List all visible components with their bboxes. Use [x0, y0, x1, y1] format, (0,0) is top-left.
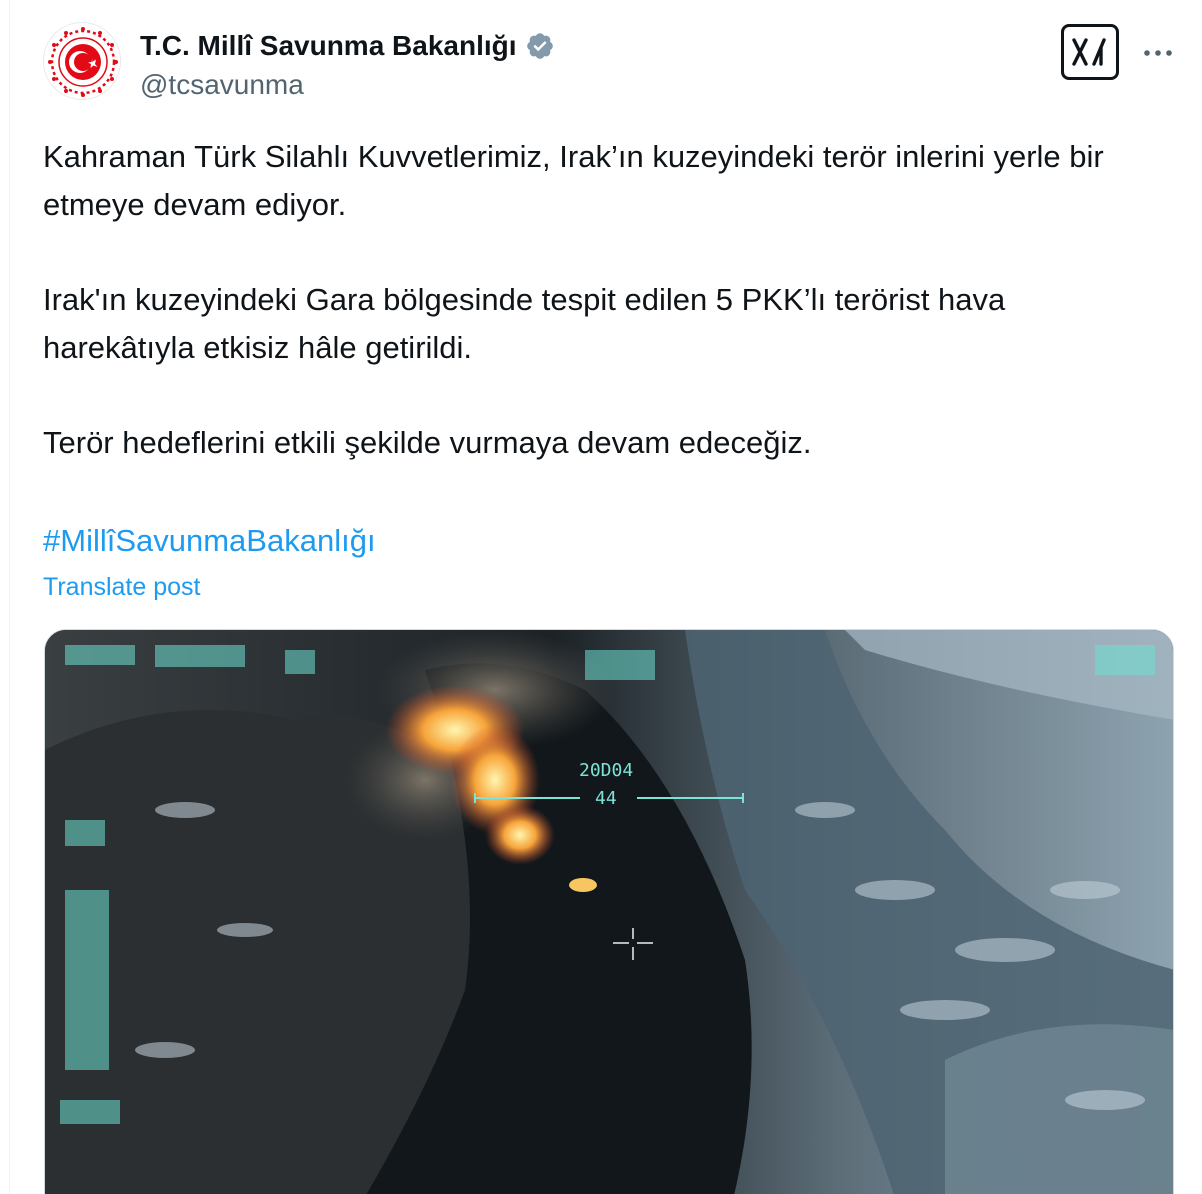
- hashtag-link[interactable]: #MillîSavunmaBakanlığı: [43, 517, 376, 565]
- timeline-border: [9, 0, 10, 1194]
- ministry-emblem-icon: [48, 27, 118, 97]
- post-media-video[interactable]: 20D04 44: [44, 629, 1174, 1194]
- post-text: Kahraman Türk Silahlı Kuvvetlerimiz, Ira…: [43, 133, 1153, 467]
- x-grok-button[interactable]: [1061, 24, 1119, 80]
- x-grok-icon: [1072, 38, 1106, 66]
- author-handle[interactable]: @tcsavunma: [140, 68, 304, 102]
- hud-code-label: 20D04: [579, 760, 633, 781]
- post-paragraph: Irak'ın kuzeyindeki Gara bölgesinde tesp…: [43, 282, 1006, 365]
- verified-badge-icon: [526, 33, 553, 59]
- more-options-icon: [1144, 50, 1172, 56]
- hud-value-label: 44: [595, 788, 617, 809]
- post-header: T.C. Millî Savunma Bakanlığı @tcsavunma: [43, 22, 1178, 108]
- avatar[interactable]: [43, 22, 121, 100]
- more-options-button[interactable]: [1141, 36, 1175, 70]
- author-name-row[interactable]: T.C. Millî Savunma Bakanlığı: [140, 28, 555, 64]
- drone-footage-still: 20D04 44: [45, 630, 1173, 1194]
- post-paragraph: Terör hedeflerini etkili şekilde vurmaya…: [43, 425, 812, 460]
- translate-post-link[interactable]: Translate post: [43, 570, 200, 604]
- post-paragraph: Kahraman Türk Silahlı Kuvvetlerimiz, Ira…: [43, 139, 1104, 222]
- author-display-name[interactable]: T.C. Millî Savunma Bakanlığı: [140, 29, 517, 63]
